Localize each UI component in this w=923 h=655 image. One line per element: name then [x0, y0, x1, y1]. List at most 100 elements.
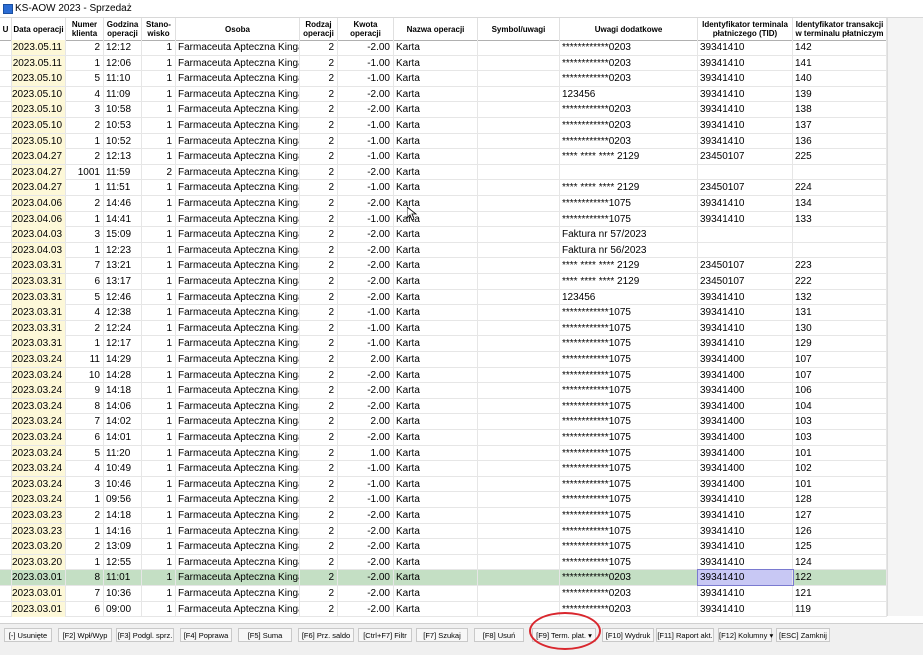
cell-date: 2023.03.20 [12, 539, 66, 555]
table-row[interactable]: 2023.04.03 3 15:09 1 Farmaceuta Apteczna Kin… [0, 227, 887, 243]
cell-u [0, 118, 12, 133]
cell-symbol [478, 445, 560, 461]
column-header-person[interactable]: Osoba [176, 18, 300, 40]
table-row[interactable]: 2023.03.23 1 14:16 1 Farmaceuta Apteczna Kin… [0, 523, 887, 540]
column-header-extra[interactable]: Uwagi dodatkowe [560, 18, 698, 40]
cell-client: 5 [66, 289, 104, 305]
cell-type: 2 [300, 102, 338, 118]
wydruk-button[interactable]: [F10] Wydruk [602, 628, 654, 642]
cell-u [0, 367, 12, 383]
table-row[interactable]: 2023.03.31 5 12:46 1 Farmaceuta Apteczna Kin… [0, 289, 887, 306]
cell-station: 1 [142, 180, 176, 196]
cell-amount: -1.00 [338, 305, 394, 321]
table-row[interactable]: 2023.03.20 2 13:09 1 Farmaceuta Apteczna Kin… [0, 539, 887, 555]
table-row[interactable]: 2023.04.06 1 14:41 1 Farmaceuta Apteczna Kin… [0, 211, 887, 228]
filtr-button[interactable]: [Ctrl+F7] Filtr [358, 628, 412, 642]
table-row[interactable]: 2023.03.24 9 14:18 1 Farmaceuta Apteczna Kin… [0, 383, 887, 399]
cell-date: 2023.03.24 [12, 430, 66, 445]
cell-txid: 136 [793, 133, 887, 149]
cell-time: 12:23 [104, 242, 142, 258]
column-header-amount[interactable]: Kwota operacji [338, 18, 394, 40]
table-row[interactable]: 2023.05.10 2 10:53 1 Farmaceuta Apteczna Kin… [0, 118, 887, 134]
table-row[interactable]: 2023.03.23 2 14:18 1 Farmaceuta Apteczna Kin… [0, 508, 887, 524]
table-row[interactable]: 2023.03.31 6 13:17 1 Farmaceuta Apteczna Kin… [0, 274, 887, 290]
cell-type: 2 [300, 383, 338, 399]
cell-person: Farmaceuta Apteczna Kinga [178, 336, 300, 352]
table-row[interactable]: 2023.03.01 7 10:36 1 Farmaceuta Apteczna Kin… [0, 586, 887, 602]
column-header-type[interactable]: Rodzaj operacji [300, 18, 338, 40]
cell-person: Farmaceuta Apteczna Kinga [178, 242, 300, 258]
vertical-scrollbar[interactable] [887, 18, 923, 616]
table-row[interactable]: 2023.03.24 5 11:20 1 Farmaceuta Apteczna Kin… [0, 445, 887, 462]
szukaj-button[interactable]: [F7] Szukaj [416, 628, 468, 642]
table-row[interactable]: 2023.03.31 1 12:17 1 Farmaceuta Apteczna Kin… [0, 336, 887, 352]
cell-extra: Faktura nr 56/2023 [560, 242, 698, 258]
table-row[interactable]: 2023.05.10 5 11:10 1 Farmaceuta Apteczna Kin… [0, 71, 887, 87]
column-header-time[interactable]: Godzina operacji [104, 18, 142, 40]
usun-button[interactable]: [F8] Usuń [474, 628, 524, 642]
column-header-symbol[interactable]: Symbol/uwagi [478, 18, 560, 40]
table-row[interactable]: 2023.03.24 11 14:29 1 Farmaceuta Apteczna Ki… [0, 352, 887, 368]
table-row[interactable]: 2023.05.10 3 10:58 1 Farmaceuta Apteczna Kin… [0, 102, 887, 118]
cell-u [0, 554, 12, 570]
table-row[interactable]: 2023.03.24 6 14:01 1 Farmaceuta Apteczna Kin… [0, 430, 887, 446]
cell-station: 1 [142, 55, 176, 71]
column-header-client[interactable]: Numer klienta [66, 18, 104, 40]
table-row[interactable]: 2023.05.11 1 12:06 1 Farmaceuta Apteczna Kin… [0, 55, 887, 72]
column-header-u[interactable]: U [0, 18, 12, 40]
cell-type: 2 [300, 352, 338, 367]
cell-opname: Karta [394, 523, 478, 539]
table-row[interactable]: 2023.03.24 4 10:49 1 Farmaceuta Apteczna Kin… [0, 461, 887, 477]
table-row[interactable]: 2023.03.31 2 12:24 1 Farmaceuta Apteczna Kin… [0, 320, 887, 337]
table-row[interactable]: 2023.03.24 10 14:28 1 Farmaceuta Apteczna Ki… [0, 367, 887, 384]
cell-station: 1 [142, 445, 176, 461]
table-row[interactable]: 2023.04.03 1 12:23 1 Farmaceuta Apteczna Kin… [0, 242, 887, 259]
cell-time: 12:06 [104, 55, 142, 71]
table-row[interactable]: 2023.05.10 1 10:52 1 Farmaceuta Apteczna Kin… [0, 133, 887, 150]
cell-extra: ************1075 [560, 539, 698, 555]
cell-person: Farmaceuta Apteczna Kinga [178, 570, 300, 586]
cell-extra: ************1075 [560, 476, 698, 492]
suma-button[interactable]: [F5] Suma [238, 628, 292, 642]
zamknij-button[interactable]: [ESC] Zamknij [776, 628, 830, 642]
table-row[interactable]: 2023.03.24 3 10:46 1 Farmaceuta Apteczna Kin… [0, 476, 887, 493]
usuniete-button[interactable]: [-] Usunięte [4, 628, 52, 642]
prz-saldo-button[interactable]: [F6] Prz. saldo [298, 628, 354, 642]
raport-akt-button[interactable]: [F11] Raport akt. [656, 628, 714, 642]
column-header-txid[interactable]: Identyfikator transakcji w terminalu pła… [793, 18, 887, 40]
podgl-sprz-button[interactable]: [F3] Podgl. sprz. [116, 628, 174, 642]
cell-time: 11:09 [104, 86, 142, 102]
cell-u [0, 523, 12, 539]
table-row[interactable]: 2023.03.31 7 13:21 1 Farmaceuta Apteczna Kin… [0, 258, 887, 274]
kolumny-button[interactable]: [F12] Kolumny ▾ [718, 628, 773, 642]
column-header-opname[interactable]: Nazwa operacji [394, 18, 478, 40]
column-header-station[interactable]: Stano- wisko [142, 18, 176, 40]
table-row[interactable]: 2023.04.06 2 14:46 1 Farmaceuta Apteczna Kin… [0, 196, 887, 212]
table-row[interactable]: 2023.05.10 4 11:09 1 Farmaceuta Apteczna Kin… [0, 86, 887, 103]
cell-person: Farmaceuta Apteczna Kinga [178, 149, 300, 165]
wplyw-button[interactable]: [F2] Wpł/Wyp [58, 628, 112, 642]
cell-person: Farmaceuta Apteczna Kinga [178, 601, 300, 617]
table-row[interactable]: 2023.04.27 2 12:13 1 Farmaceuta Apteczna Kin… [0, 149, 887, 165]
cell-station: 2 [142, 164, 176, 180]
table-row[interactable]: 2023.03.01 6 09:00 1 Farmaceuta Apteczna Kin… [0, 601, 887, 618]
cell-txid: 222 [793, 274, 887, 289]
table-row[interactable]: 2023.04.27 1001 11:59 2 Farmaceuta Apteczna … [0, 164, 887, 181]
table-row[interactable]: 2023.03.24 8 14:06 1 Farmaceuta Apteczna Kin… [0, 398, 887, 415]
table-row[interactable]: 2023.03.31 4 12:38 1 Farmaceuta Apteczna Kin… [0, 305, 887, 321]
table-row[interactable]: 2023.03.20 1 12:55 1 Farmaceuta Apteczna Kin… [0, 554, 887, 571]
column-header-date[interactable]: Data operacji [12, 18, 66, 40]
term-plat-button[interactable]: [F9] Term. plat. ▾ [532, 628, 596, 642]
poprawa-button[interactable]: [F4] Poprawa [180, 628, 232, 642]
table-row[interactable]: 2023.03.01 8 11:01 1 Farmaceuta Apteczna Kin… [0, 569, 887, 587]
column-header-tid[interactable]: Identyfikator terminala płatniczego (TID… [698, 18, 793, 40]
cell-opname: Karta [394, 398, 478, 414]
cell-date: 2023.03.31 [12, 305, 66, 321]
cell-type: 2 [300, 133, 338, 149]
table-row[interactable]: 2023.03.24 1 09:56 1 Farmaceuta Apteczna Kin… [0, 492, 887, 508]
table-row[interactable]: 2023.03.24 7 14:02 1 Farmaceuta Apteczna Kin… [0, 414, 887, 430]
cell-opname: Karta [394, 258, 478, 274]
table-row[interactable]: 2023.04.27 1 11:51 1 Farmaceuta Apteczna Kin… [0, 180, 887, 196]
cell-amount: -2.00 [338, 586, 394, 601]
table-row[interactable]: 2023.05.11 2 12:12 1 Farmaceuta Apteczna Kin… [0, 40, 887, 56]
